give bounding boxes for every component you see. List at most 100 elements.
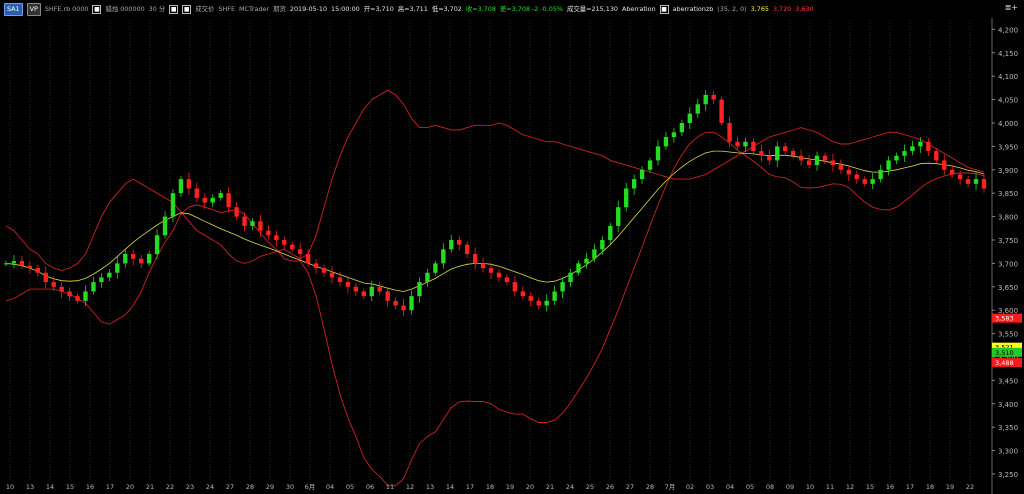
candle-body — [202, 197, 207, 203]
candle-body — [99, 277, 104, 283]
time-tick-label: 23 — [186, 483, 194, 491]
open-value: 开=3,710 — [363, 5, 394, 13]
candle-body — [647, 160, 653, 170]
price-chart[interactable]: 4,200 4,150 4,100 4,050 4,000 3,950 3,900 3,850… — [0, 18, 1024, 494]
candle-body — [496, 272, 502, 278]
candle-body — [981, 179, 987, 189]
candle-body — [679, 122, 685, 133]
candle-body — [528, 296, 533, 301]
time-tick-label: 27 — [226, 483, 234, 491]
candle-body — [115, 263, 120, 273]
price-tick-label: 3,650 — [998, 284, 1018, 292]
price-tag-label: 3,488 — [995, 359, 1014, 367]
chart-menu-icon[interactable]: ≣+ — [1005, 3, 1018, 12]
candle-body — [457, 239, 462, 245]
time-tick-label: 21 — [146, 483, 154, 491]
price-tag-label: 3,510 — [995, 349, 1014, 357]
price-tags: 3,5833,5213,5103,488 — [992, 313, 1022, 368]
time-tick-label: 10 — [6, 483, 14, 491]
time-tick-label: 17 — [906, 483, 914, 491]
candle-body — [146, 254, 152, 264]
time-tick-label: 08 — [766, 483, 774, 491]
candle-body — [806, 160, 812, 166]
study1-name[interactable]: Aberration — [622, 4, 656, 15]
interval-settings-icon[interactable]: ■ — [169, 5, 179, 14]
candle-body — [11, 261, 17, 264]
mode-tab[interactable]: VP — [26, 3, 41, 16]
candle-body — [608, 225, 613, 240]
price-type-settings-icon[interactable]: ■ — [182, 5, 192, 14]
candle-body — [250, 221, 255, 226]
price-axis[interactable]: 4,200 4,150 4,100 4,050 4,000 3,950 3,900 3,850… — [991, 18, 1018, 494]
candle-body — [846, 169, 852, 175]
candle-body — [703, 94, 708, 105]
time-tick-label: 30 — [286, 483, 294, 491]
candle-body — [480, 263, 486, 269]
price-tick-label: 3,900 — [998, 167, 1018, 175]
date-label: 2019-05-10 — [289, 5, 328, 13]
candle-body — [918, 141, 923, 147]
time-tick-label: 13 — [26, 483, 34, 491]
candle-body — [838, 165, 844, 170]
candle-body — [369, 286, 374, 297]
candle-body — [449, 239, 454, 250]
symbol-label[interactable]: SHFE.rb 0000 — [45, 4, 89, 15]
candle-body — [131, 254, 136, 259]
price-tick-label: 3,400 — [998, 401, 1018, 409]
symbol-settings-icon[interactable]: ■ — [92, 5, 102, 14]
candle-body — [544, 300, 549, 306]
price-type-label[interactable]: 成交价 — [195, 4, 214, 15]
candle-body — [218, 193, 223, 198]
volume-value: 成交量=215,130 — [567, 5, 618, 13]
time-tick-label: 04 — [726, 483, 734, 491]
candle-body — [425, 272, 430, 283]
interval-label[interactable]: 30 分 — [149, 4, 166, 15]
change-value: 差=3,708 -2 -0.05% — [499, 5, 563, 13]
candle-body — [790, 151, 796, 156]
time-tick-label: 28 — [246, 483, 254, 491]
time-tick-label: 15 — [66, 483, 74, 491]
time-tick-label: 10 — [806, 483, 814, 491]
time-tick-label: 20 — [526, 483, 534, 491]
chart-tab[interactable]: SA1 — [4, 3, 23, 16]
time-tick-label: 15 — [866, 483, 874, 491]
candle-body — [631, 179, 637, 189]
candle-body — [616, 207, 621, 226]
chart-type-label[interactable]: 蜡烛 000000 — [105, 4, 144, 15]
candle-body — [305, 254, 311, 264]
price-tick-label: 4,100 — [998, 73, 1018, 81]
study2-name[interactable]: aberrationzb — [673, 4, 714, 15]
time-tick-label: 17 — [466, 483, 474, 491]
candle-body — [75, 296, 80, 301]
aberration-bands — [5, 89, 985, 487]
candle-body — [242, 216, 247, 226]
time-tick-label: 14 — [446, 483, 454, 491]
time-tick-label: 13 — [426, 483, 434, 491]
candle-body — [194, 188, 200, 198]
candle-body — [902, 151, 907, 156]
candle-body — [671, 132, 677, 138]
price-tick-label: 3,350 — [998, 424, 1018, 432]
time-tick-label: 6月 — [305, 483, 316, 491]
candle-body — [353, 286, 359, 292]
provider-label: MCTrader — [238, 5, 270, 13]
candle-body — [107, 272, 112, 278]
candle-body — [27, 265, 33, 269]
candle-body — [162, 216, 168, 236]
candle-body — [441, 249, 446, 264]
candle-body — [321, 268, 327, 273]
time-axis[interactable]: 10 13 14 15 16 17 20 21 22 23 24 27 28 29 30 6月 04 05 06 11… — [6, 483, 974, 491]
candle-body — [759, 151, 764, 156]
study2-params: (35, 2, 0) — [717, 5, 747, 13]
study1-settings-icon[interactable]: ■ — [659, 5, 669, 14]
time-tick-label: 11 — [826, 483, 834, 491]
candle-body — [51, 282, 56, 287]
candle-body — [600, 239, 605, 250]
price-tag-label: 3,583 — [995, 315, 1014, 323]
candle-body — [965, 179, 971, 184]
candle-body — [43, 272, 48, 283]
candle-body — [663, 137, 669, 147]
candle-body — [655, 146, 661, 161]
candle-body — [568, 272, 573, 283]
price-tick-label: 4,000 — [998, 120, 1018, 128]
